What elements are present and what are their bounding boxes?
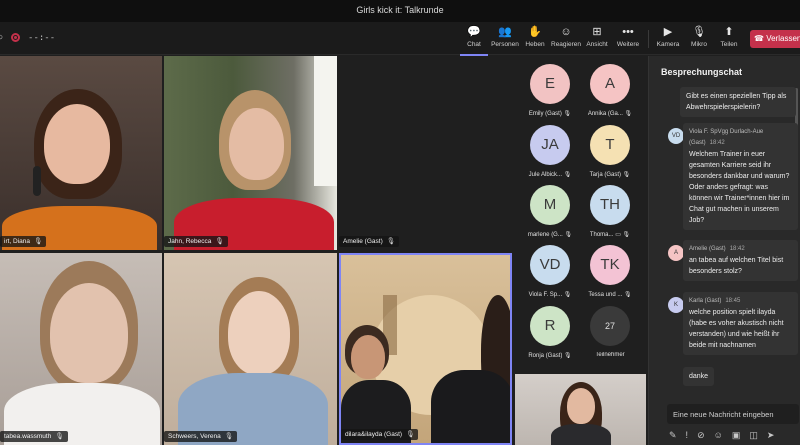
attach-icon[interactable]: ⊘ <box>697 430 705 441</box>
mic-muted-icon: 🎙 <box>34 238 43 245</box>
participant-name-tag: Jahn, Rebecca 🎙 <box>164 236 228 247</box>
participant-label: Viola F. Sp... 🎙 <box>528 292 572 298</box>
chat-message: danke <box>683 367 715 386</box>
video-tile[interactable]: Schweers, Verena 🎙 <box>164 253 337 445</box>
chat-panel-title: Besprechungschat <box>661 67 743 77</box>
participant-name-tag: Amelie (Gast) 🎙 <box>339 236 399 247</box>
gif-icon[interactable]: ▣ <box>732 430 741 441</box>
participant-label: Emily (Gast) 🎙 <box>528 111 572 117</box>
leave-button[interactable]: ☎ Verlassen <box>750 30 800 48</box>
avatar: K <box>668 297 684 313</box>
sticker-icon[interactable]: ◫ <box>749 430 758 441</box>
more-icon: ••• <box>622 26 634 38</box>
share-button[interactable]: ⬆ Teilen <box>711 25 747 53</box>
more-participants-button[interactable]: 27 <box>590 306 630 346</box>
chat-message: Amelie (Gast) 18:42 an tabea auf welchen … <box>683 240 798 281</box>
mic-muted-icon: 🎙 <box>224 433 234 440</box>
participant-label: Ronja (Gast) 🎙 <box>528 353 572 359</box>
participant-label: Tessa und ... 🎙 <box>588 292 632 298</box>
mic-muted-icon: 🎙 <box>215 238 224 245</box>
chat-compose-toolbar: ✎ ! ⊘ ☺ ▣ ◫ ➤ <box>669 430 774 441</box>
participant-name-tag: dilara&ilayda (Gast) 🎙 <box>341 429 419 440</box>
participant-label: marlene (G... 🎙 <box>527 232 573 238</box>
chat-message: Karla (Gast) 18:45 welche position spielt… <box>683 292 798 355</box>
avatar: A <box>668 245 684 261</box>
emoji-icon[interactable]: ☺ <box>714 430 723 441</box>
participant-label: Jule Albick... 🎙 <box>528 172 572 178</box>
format-icon[interactable]: ✎ <box>669 430 677 441</box>
window-title: Girls kick it: Talkrunde <box>356 5 444 15</box>
chat-message: Viola F. SpVgg Durlach-Aue (Gast) 18:42 W… <box>683 123 798 230</box>
avatar: VD <box>668 128 684 144</box>
share-icon: ⬆ <box>724 26 734 38</box>
avatar[interactable]: R <box>530 306 570 346</box>
video-tile[interactable]: Amelie (Gast) 🎙 <box>339 56 512 250</box>
back-icon[interactable]: ○ <box>0 32 3 43</box>
self-preview-video <box>515 374 646 445</box>
avatar[interactable]: A <box>590 64 630 104</box>
more-button[interactable]: ••• Weitere <box>610 25 646 53</box>
video-tile[interactable]: dilara&ilayda (Gast) 🎙 <box>339 253 512 445</box>
chat-message-input[interactable] <box>667 404 799 424</box>
participant-name-tag: tabea.wassmuth 🎙 <box>0 431 68 442</box>
meeting-chat-panel: Besprechungschat Gibt es einen spezielle… <box>648 56 800 445</box>
phone-hangup-icon: ☎ <box>754 34 764 43</box>
avatar[interactable]: M <box>530 185 570 225</box>
important-icon[interactable]: ! <box>686 430 689 441</box>
meeting-toolbar: ○ --:-- 💬 Chat 👥 Personen ✋ Heben ☺ Reag… <box>0 22 800 56</box>
participant-label: Tarja (Gast) 🎙 <box>589 172 631 178</box>
send-icon[interactable]: ➤ <box>767 430 775 441</box>
video-tile[interactable]: irt, Diana 🎙 <box>0 56 162 250</box>
mic-muted-icon: 🎙 <box>406 431 415 438</box>
title-bar: Girls kick it: Talkrunde <box>0 0 800 22</box>
participant-label: Thoma... ▭ 🎙 <box>589 232 631 238</box>
mic-muted-icon: 🎙 <box>386 238 395 245</box>
mic-muted-icon: 🎙 <box>55 433 64 440</box>
participant-label: Teilnehmer <box>595 352 625 358</box>
participant-label: Annika (Ga... 🎙 <box>587 111 633 117</box>
participant-name-tag: Schweers, Verena 🎙 <box>164 431 238 442</box>
avatar[interactable]: TK <box>590 245 630 285</box>
avatar[interactable]: T <box>590 125 630 165</box>
avatar[interactable]: VD <box>530 245 570 285</box>
meeting-timer: --:-- <box>28 32 56 43</box>
video-tile[interactable]: Jahn, Rebecca 🎙 <box>164 56 337 250</box>
video-tile[interactable]: tabea.wassmuth 🎙 <box>0 253 162 445</box>
recording-icon <box>11 33 21 42</box>
chat-message: Gibt es einen speziellen Tipp als Abwehr… <box>680 87 796 117</box>
participant-name-tag: irt, Diana 🎙 <box>0 236 47 247</box>
avatar[interactable]: TH <box>590 185 630 225</box>
participant-gallery: E Emily (Gast) 🎙 A Annika (Ga... 🎙 JA Ju… <box>513 56 648 374</box>
toolbar-divider <box>648 30 649 48</box>
avatar[interactable]: JA <box>530 125 570 165</box>
avatar[interactable]: E <box>530 64 570 104</box>
